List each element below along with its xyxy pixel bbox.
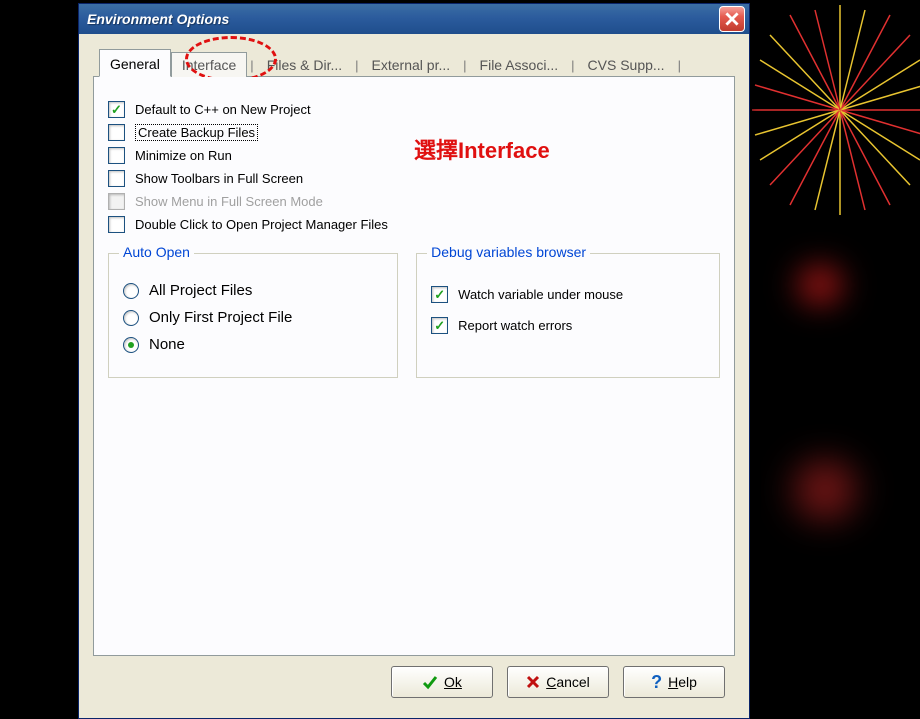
checkbox-minimize[interactable] (108, 147, 125, 164)
checkbox-menu-full (108, 193, 125, 210)
option-label: Report watch errors (458, 318, 572, 333)
group-legend: Auto Open (119, 244, 194, 260)
tab-files-dir[interactable]: Files & Dir... (257, 53, 352, 77)
option-label: Show Menu in Full Screen Mode (135, 194, 323, 209)
x-icon (526, 675, 540, 689)
radio-label: All Project Files (149, 282, 252, 299)
cancel-button[interactable]: Cancel (507, 666, 609, 698)
radio-all-project-files: All Project Files (123, 282, 383, 299)
window-title: Environment Options (87, 11, 229, 27)
option-label: Watch variable under mouse (458, 287, 623, 302)
group-debug-variables-browser: Debug variables browser Watch variable u… (416, 253, 720, 378)
radio-input[interactable] (123, 337, 139, 353)
radio-input[interactable] (123, 283, 139, 299)
option-menu-full: Show Menu in Full Screen Mode (108, 193, 720, 210)
ok-button[interactable]: Ok (391, 666, 493, 698)
option-label: Show Toolbars in Full Screen (135, 171, 303, 186)
tab-general-body: Default to C++ on New Project Create Bac… (93, 77, 735, 656)
radio-label: Only First Project File (149, 309, 292, 326)
option-label: Default to C++ on New Project (135, 102, 311, 117)
ok-label: Ok (444, 674, 462, 690)
checkbox-dblclick-pm[interactable] (108, 216, 125, 233)
close-icon (725, 12, 739, 26)
close-button[interactable] (719, 6, 745, 32)
tab-file-associations[interactable]: File Associ... (470, 53, 569, 77)
option-toolbars-full: Show Toolbars in Full Screen (108, 170, 720, 187)
check-icon (422, 674, 438, 690)
question-icon: ? (651, 672, 662, 693)
tab-interface[interactable]: Interface (171, 52, 247, 77)
option-label: Minimize on Run (135, 148, 232, 163)
option-default-cpp: Default to C++ on New Project (108, 101, 720, 118)
dialog-client: General Interface | Files & Dir... | Ext… (79, 34, 749, 718)
checkbox-backup[interactable] (108, 124, 125, 141)
tab-cvs-support[interactable]: CVS Supp... (578, 53, 675, 77)
tab-general[interactable]: General (99, 49, 171, 77)
radio-none: None (123, 336, 383, 353)
help-button[interactable]: ? Help (623, 666, 725, 698)
checkbox-toolbars-full[interactable] (108, 170, 125, 187)
tab-external-programs[interactable]: External pr... (362, 53, 461, 77)
help-label: elp (678, 674, 697, 690)
radio-label: None (149, 336, 185, 353)
checkbox-report-errors[interactable] (431, 317, 448, 334)
button-bar: Ok Cancel ? Help (93, 656, 735, 708)
radio-input[interactable] (123, 310, 139, 326)
checkbox-watch-mouse[interactable] (431, 286, 448, 303)
cancel-label: ancel (556, 674, 589, 690)
titlebar[interactable]: Environment Options (79, 4, 749, 34)
option-dblclick-pm: Double Click to Open Project Manager Fil… (108, 216, 720, 233)
option-label: Create Backup Files (135, 124, 258, 141)
group-legend: Debug variables browser (427, 244, 590, 260)
annotation-text: 選擇Interface (414, 133, 550, 165)
tab-strip: General Interface | Files & Dir... | Ext… (93, 48, 735, 77)
option-watch-mouse: Watch variable under mouse (431, 286, 705, 303)
checkbox-default-cpp[interactable] (108, 101, 125, 118)
radio-only-first-project-file: Only First Project File (123, 309, 383, 326)
option-report-errors: Report watch errors (431, 317, 705, 334)
environment-options-window: Environment Options General Interface | … (78, 3, 750, 719)
option-label: Double Click to Open Project Manager Fil… (135, 217, 388, 232)
group-auto-open: Auto Open All Project Files Only First P… (108, 253, 398, 378)
